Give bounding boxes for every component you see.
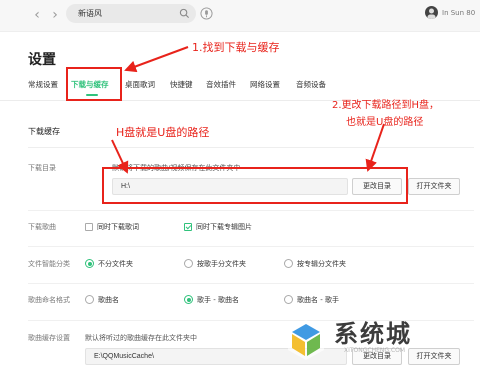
arrow-to-field	[111, 139, 129, 174]
arrow-to-path	[365, 123, 385, 172]
watermark-logo	[288, 320, 324, 360]
arrow-to-tab	[124, 46, 189, 73]
watermark-url: XITONGCHENG.COM	[344, 347, 406, 354]
watermark-text: 系统城	[334, 320, 412, 348]
